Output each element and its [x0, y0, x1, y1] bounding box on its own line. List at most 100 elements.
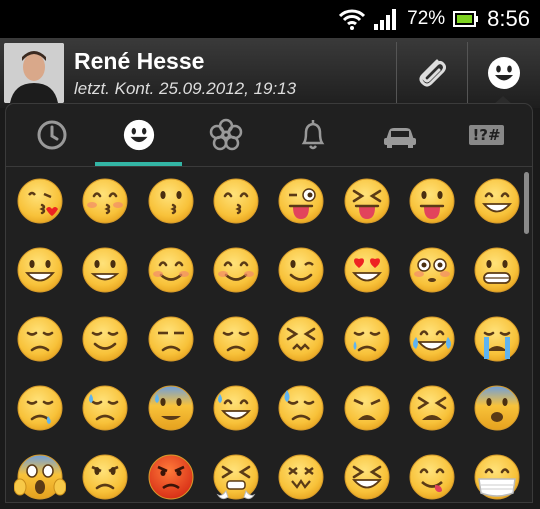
- sob-face-icon: [474, 316, 520, 362]
- emoji-squint-tongue[interactable]: [335, 169, 399, 233]
- signal-icon: [374, 9, 397, 30]
- emoji-angry[interactable]: [73, 445, 137, 509]
- flower-icon: [209, 118, 242, 151]
- scrollbar[interactable]: [524, 172, 529, 234]
- sleepy-face-icon: [17, 385, 63, 431]
- rage-face-icon: [148, 454, 194, 500]
- tab-nature[interactable]: [182, 104, 269, 166]
- emoji-scream[interactable]: [8, 445, 72, 509]
- scream-face-icon: [14, 454, 66, 500]
- triumph-face-icon: [213, 454, 259, 500]
- wink-face-icon: [278, 247, 324, 293]
- emoji-crying[interactable]: [335, 307, 399, 371]
- emoji-grimace[interactable]: [465, 238, 529, 302]
- emoji-unamused[interactable]: [139, 307, 203, 371]
- weary-face-icon: [344, 385, 389, 431]
- avatar[interactable]: [4, 43, 64, 103]
- yum-face-icon: [409, 454, 455, 500]
- emoji-kiss-blush[interactable]: [73, 169, 137, 233]
- kiss-smiling-eyes-face-icon: [213, 178, 259, 224]
- emoji-sweat[interactable]: [269, 376, 333, 440]
- relieved-face-icon: [82, 316, 128, 362]
- emoji-grid: [6, 167, 532, 502]
- flushed-face-icon: [409, 247, 455, 293]
- emoji-heart-eyes[interactable]: [335, 238, 399, 302]
- emoji-sob[interactable]: [465, 307, 529, 371]
- disappointed-face-icon: [213, 316, 259, 362]
- tab-places[interactable]: [356, 104, 443, 166]
- tab-objects[interactable]: [269, 104, 356, 166]
- bell-icon: [301, 120, 324, 150]
- attach-button[interactable]: [397, 38, 465, 108]
- angry-face-icon: [82, 454, 128, 500]
- emoji-disappointed[interactable]: [204, 307, 268, 371]
- battery-icon: [453, 11, 479, 27]
- emoji-confounded[interactable]: [269, 307, 333, 371]
- emoji-tongue[interactable]: [400, 169, 464, 233]
- smiley-icon: [488, 57, 520, 89]
- blush-face-icon: [148, 247, 194, 293]
- emoji-wink[interactable]: [269, 238, 333, 302]
- emoji-grin[interactable]: [73, 238, 137, 302]
- disappointed-relieved-face-icon: [82, 385, 128, 431]
- emoji-relaxed[interactable]: [204, 238, 268, 302]
- paperclip-icon: [419, 59, 446, 87]
- emoji-relieved[interactable]: [73, 307, 137, 371]
- astonished-face-icon: [278, 454, 324, 500]
- emoji-yum[interactable]: [400, 445, 464, 509]
- emoji-blush[interactable]: [139, 238, 203, 302]
- emoji-flushed[interactable]: [400, 238, 464, 302]
- emoji-mask[interactable]: [465, 445, 529, 509]
- emoji-kiss-smiling-eyes[interactable]: [204, 169, 268, 233]
- grin-wide-face-icon: [474, 178, 520, 224]
- clock-icon: [37, 120, 66, 150]
- mask-face-icon: [474, 454, 520, 500]
- emoji-smiley[interactable]: [8, 238, 72, 302]
- emoji-pensive[interactable]: [8, 307, 72, 371]
- relaxed-face-icon: [213, 247, 259, 293]
- confounded-face-icon: [278, 316, 324, 362]
- car-icon: [383, 128, 416, 148]
- heart-eyes-face-icon: [344, 247, 389, 293]
- emoji-tired[interactable]: [400, 376, 464, 440]
- grin-face-icon: [82, 247, 128, 293]
- emoji-joy[interactable]: [400, 307, 464, 371]
- wifi-icon: [339, 9, 366, 30]
- cold-sweat-face-icon: [148, 385, 194, 431]
- laughing-face-icon: [344, 454, 389, 500]
- emoji-disappointed-relieved[interactable]: [73, 376, 137, 440]
- pensive-face-icon: [17, 316, 63, 362]
- wink-tongue-face-icon: [278, 178, 324, 224]
- clock: 8:56: [487, 6, 530, 31]
- emoji-kiss[interactable]: [139, 169, 203, 233]
- emoji-category-tabs: !?#: [6, 104, 532, 166]
- emoji-fearful[interactable]: [465, 376, 529, 440]
- contact-name: René Hesse: [74, 48, 205, 74]
- emoji-cold-sweat[interactable]: [139, 376, 203, 440]
- kiss-heart-face-icon: [17, 178, 63, 224]
- kiss-blush-face-icon: [82, 178, 128, 224]
- battery-percent: 72%: [407, 8, 446, 29]
- tab-symbols[interactable]: !?#: [443, 104, 530, 166]
- emoji-astonished[interactable]: [269, 445, 333, 509]
- unamused-face-icon: [148, 316, 194, 362]
- tab-people[interactable]: [95, 104, 182, 166]
- sweat-smile-face-icon: [213, 385, 259, 431]
- emoji-laughing[interactable]: [335, 445, 399, 509]
- emoji-rage[interactable]: [139, 445, 203, 509]
- header-divider: [467, 42, 468, 104]
- emoji-sweat-smile[interactable]: [204, 376, 268, 440]
- chat-header: René Hesse letzt. Kont. 25.09.2012, 19:1…: [0, 38, 540, 108]
- status-bar: 72% 8:56: [0, 0, 540, 38]
- smiley-icon: [123, 119, 154, 151]
- tongue-face-icon: [409, 178, 455, 224]
- emoji-wink-tongue[interactable]: [269, 169, 333, 233]
- emoji-weary[interactable]: [335, 376, 399, 440]
- emoji-triumph[interactable]: [204, 445, 268, 509]
- tired-face-icon: [409, 385, 455, 431]
- emoji-sleepy[interactable]: [8, 376, 72, 440]
- tab-recent[interactable]: [8, 104, 95, 166]
- crying-face-icon: [344, 316, 389, 362]
- emoji-grin-wide[interactable]: [465, 169, 529, 233]
- emoji-kiss-heart[interactable]: [8, 169, 72, 233]
